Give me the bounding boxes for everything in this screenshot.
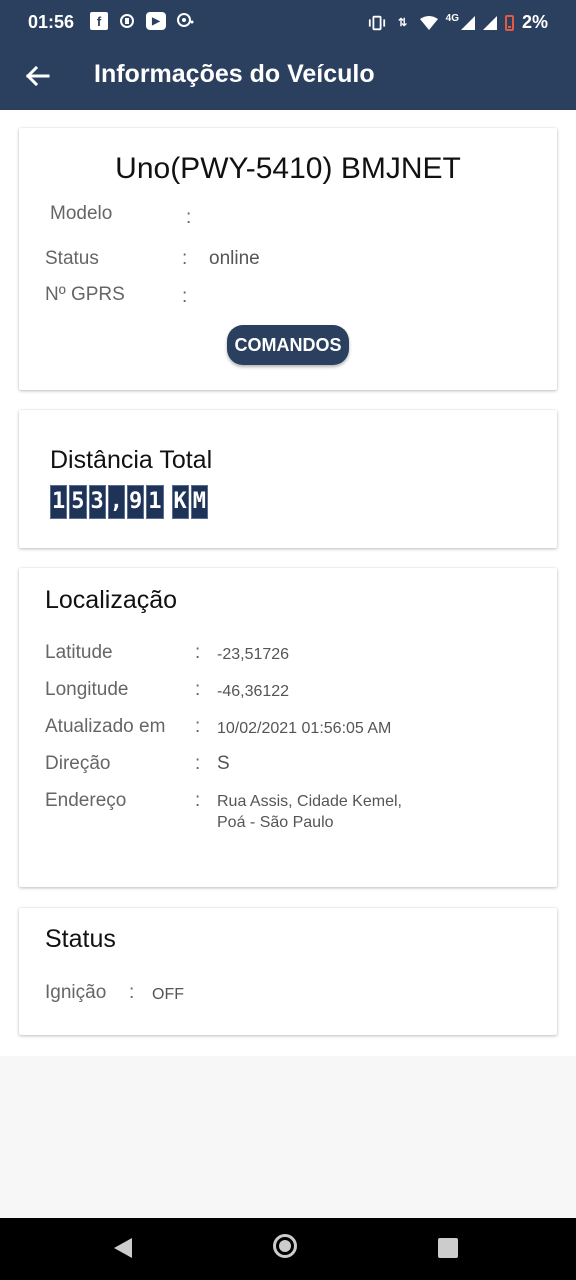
- navigation-bar: [0, 1218, 576, 1280]
- latitude-separator: :: [195, 642, 201, 663]
- distance-title: Distância Total: [50, 446, 213, 474]
- ignition-value: OFF: [152, 986, 184, 1003]
- status-bar: 01:56 f ▶ ⇅ 4G 2%: [0, 0, 576, 44]
- facebook-icon: f: [90, 12, 108, 30]
- status-time: 01:56: [28, 12, 75, 32]
- distance-card: Distância Total 153,91KM: [19, 410, 557, 548]
- odometer-digit: ,: [107, 485, 125, 519]
- odometer-digit: 1: [50, 485, 68, 519]
- battery-percentage: 2%: [521, 12, 548, 32]
- battery-icon: [504, 14, 514, 31]
- status-value: online: [209, 248, 260, 269]
- nav-home-icon[interactable]: [273, 1234, 297, 1258]
- address-line-1: Rua Assis, Cidade Kemel,: [217, 793, 402, 810]
- arrow-left-icon[interactable]: [22, 60, 54, 92]
- odometer-digit: 1: [146, 485, 164, 519]
- ignition-status-card: Status Ignição : OFF: [19, 908, 557, 1035]
- direction-label: Direção: [45, 753, 111, 774]
- direction-separator: :: [195, 753, 201, 774]
- odometer-digit: M: [190, 485, 208, 519]
- vehicle-info-card: Uno(PWY-5410) BMJNET Modelo : Status : o…: [19, 128, 557, 390]
- updated-separator: :: [195, 716, 201, 737]
- odometer: 153,91KM: [50, 485, 208, 519]
- odometer-digit: 3: [88, 485, 106, 519]
- longitude-separator: :: [195, 679, 201, 700]
- nav-back-icon[interactable]: [114, 1238, 132, 1258]
- ignition-separator: :: [129, 982, 135, 1003]
- nav-recents-icon[interactable]: [438, 1238, 458, 1258]
- odometer-digit: 9: [127, 485, 145, 519]
- location-card: Localização Latitude : -23,51726 Longitu…: [19, 568, 557, 887]
- signal-icon-2: [482, 15, 497, 30]
- modelo-label: Modelo: [50, 203, 113, 224]
- odometer-digit: K: [171, 485, 189, 519]
- address-separator: :: [195, 790, 201, 811]
- latitude-value: -23,51726: [217, 646, 290, 663]
- address-line-2: Poá - São Paulo: [217, 814, 334, 831]
- status-separator: :: [182, 248, 188, 269]
- notification-icons: f ▶: [90, 12, 194, 30]
- system-icons: ⇅ 4G 2%: [368, 12, 548, 33]
- modelo-separator: :: [186, 207, 192, 228]
- location-title: Localização: [45, 586, 178, 614]
- latitude-label: Latitude: [45, 642, 113, 663]
- status-label: Status: [45, 248, 99, 269]
- ignition-label: Ignição: [45, 982, 107, 1003]
- network-type: 4G: [445, 13, 459, 24]
- whatsapp-icon: [118, 12, 136, 30]
- updated-value: 10/02/2021 01:56:05 AM: [217, 720, 392, 737]
- vehicle-name: Uno(PWY-5410) BMJNET: [115, 152, 461, 185]
- data-transfer-icon: ⇅: [398, 17, 408, 29]
- commands-button[interactable]: COMANDOS: [227, 325, 349, 365]
- notification-icon: [176, 12, 194, 30]
- youtube-icon: ▶: [146, 12, 166, 30]
- gprs-separator: :: [182, 286, 188, 307]
- wifi-icon: [419, 14, 438, 32]
- direction-value: S: [217, 753, 230, 774]
- empty-area: [0, 1056, 576, 1218]
- page-title: Informações do Veículo: [94, 60, 375, 88]
- updated-label: Atualizado em: [45, 716, 166, 737]
- status-title: Status: [45, 925, 116, 953]
- longitude-value: -46,36122: [217, 683, 290, 700]
- vibrate-icon: [368, 14, 386, 32]
- address-label: Endereço: [45, 790, 127, 811]
- app-bar: Informações do Veículo: [0, 44, 576, 110]
- odometer-digit: 5: [69, 485, 87, 519]
- longitude-label: Longitude: [45, 679, 129, 700]
- signal-icon: [460, 15, 475, 30]
- gprs-label: Nº GPRS: [45, 284, 125, 305]
